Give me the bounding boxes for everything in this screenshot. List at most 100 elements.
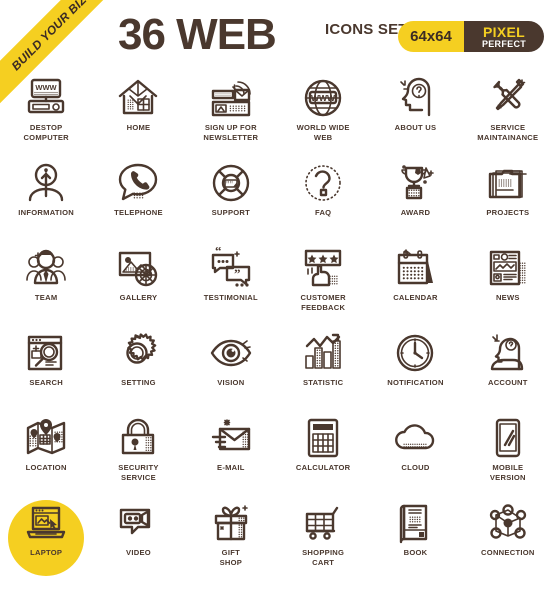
- desktop-computer-icon[interactable]: WWW: [23, 76, 69, 120]
- icon-label: CALENDAR: [393, 293, 438, 302]
- page-subtitle: ICONS SET: [325, 21, 408, 38]
- icon-cell-vision[interactable]: VISION: [185, 327, 277, 412]
- svg-text:“: “: [215, 247, 222, 258]
- icon-cell-email[interactable]: E-MAIL: [185, 412, 277, 497]
- icon-label: WORLD WIDE WEB: [296, 123, 350, 142]
- shopping-cart-icon[interactable]: [300, 501, 346, 545]
- icon-cell-information[interactable]: INFORMATION: [0, 157, 92, 242]
- icon-label: DESTOP COMPUTER: [23, 123, 69, 142]
- icon-cell-setting[interactable]: SETTING: [92, 327, 184, 412]
- icon-label: MOBILE VERSION: [489, 463, 526, 482]
- icon-cell-account[interactable]: ACCOUNT: [462, 327, 554, 412]
- email-icon[interactable]: [208, 416, 254, 460]
- testimonial-icon[interactable]: ” “: [208, 246, 254, 290]
- icon-cell-customer-feedback[interactable]: CUSTOMER FEEDBACK: [277, 242, 369, 327]
- icon-cell-projects[interactable]: PROJECTS: [462, 157, 554, 242]
- icon-cell-testimonial[interactable]: ” “ TESTIMONIAL: [185, 242, 277, 327]
- pixel-perfect-badge: 64x64 PIXEL PERFECT: [398, 21, 544, 52]
- world-wide-web-icon[interactable]: WWW: [300, 76, 346, 120]
- icon-cell-shopping-cart[interactable]: SHOPPING CART: [277, 497, 369, 582]
- icon-label: TEAM: [34, 293, 58, 302]
- award-icon[interactable]: [392, 161, 438, 205]
- projects-icon[interactable]: [485, 161, 531, 205]
- video-icon[interactable]: [115, 501, 161, 545]
- icon-cell-award[interactable]: AWARD: [369, 157, 461, 242]
- badge-perfect-label: PERFECT: [481, 38, 527, 49]
- calendar-icon[interactable]: [392, 246, 438, 290]
- icon-cell-mobile-version[interactable]: MOBILE VERSION: [462, 412, 554, 497]
- icon-cell-faq[interactable]: FAQ: [277, 157, 369, 242]
- icon-cell-video[interactable]: VIDEO: [92, 497, 184, 582]
- icon-cell-about-us[interactable]: ABOUT US: [369, 72, 461, 157]
- calculator-icon[interactable]: [300, 416, 346, 460]
- icon-cell-news[interactable]: NEWS: [462, 242, 554, 327]
- vision-icon[interactable]: [208, 331, 254, 375]
- icon-grid: WWW DESTOP COMPUTER HOME SIGN UP FOR NEW…: [0, 72, 554, 582]
- icon-label: LOCATION: [25, 463, 67, 472]
- laptop-icon[interactable]: [23, 501, 69, 545]
- icon-cell-home[interactable]: HOME: [92, 72, 184, 157]
- icon-cell-calendar[interactable]: CALENDAR: [369, 242, 461, 327]
- telephone-icon[interactable]: [115, 161, 161, 205]
- gallery-icon[interactable]: [115, 246, 161, 290]
- icon-label: NOTIFICATION: [387, 378, 444, 387]
- icon-cell-telephone[interactable]: TELEPHONE: [92, 157, 184, 242]
- icon-label: BOOK: [403, 548, 428, 557]
- service-maintenance-icon[interactable]: [485, 76, 531, 120]
- icon-cell-gallery[interactable]: GALLERY: [92, 242, 184, 327]
- icon-label: TELEPHONE: [114, 208, 163, 217]
- home-icon[interactable]: [115, 76, 161, 120]
- icon-cell-connection[interactable]: CONNECTION: [462, 497, 554, 582]
- support-icon[interactable]: [208, 161, 254, 205]
- icon-set-page: BUILD YOUR BIZ 36 WEB ICONS SET 64x64 PI…: [0, 0, 554, 600]
- icon-cell-team[interactable]: TEAM: [0, 242, 92, 327]
- statistic-icon[interactable]: [300, 331, 346, 375]
- connection-icon[interactable]: [485, 501, 531, 545]
- newsletter-signup-icon[interactable]: [208, 76, 254, 120]
- icon-label: SECURITY SERVICE: [118, 463, 159, 482]
- icon-label: CONNECTION: [481, 548, 535, 557]
- information-icon[interactable]: [23, 161, 69, 205]
- account-icon[interactable]: [485, 331, 531, 375]
- icon-cell-laptop[interactable]: LAPTOP: [0, 497, 92, 582]
- search-icon[interactable]: [23, 331, 69, 375]
- icon-label: ABOUT US: [394, 123, 437, 132]
- icon-label: VIDEO: [126, 548, 151, 557]
- icon-cell-newsletter-signup[interactable]: SIGN UP FOR NEWSLETTER: [185, 72, 277, 157]
- icon-cell-search[interactable]: SEARCH: [0, 327, 92, 412]
- icon-cell-calculator[interactable]: CALCULATOR: [277, 412, 369, 497]
- badge-pixel-perfect: PIXEL PERFECT: [464, 21, 544, 52]
- icon-cell-security-service[interactable]: SECURITY SERVICE: [92, 412, 184, 497]
- security-service-icon[interactable]: [115, 416, 161, 460]
- icon-label: SIGN UP FOR NEWSLETTER: [203, 123, 259, 142]
- icon-label: STATISTIC: [302, 378, 344, 387]
- gift-shop-icon[interactable]: [208, 501, 254, 545]
- icon-cell-notification[interactable]: NOTIFICATION: [369, 327, 461, 412]
- faq-icon[interactable]: [300, 161, 346, 205]
- icon-cell-service-maintenance[interactable]: SERVICE MAINTAINANCE: [462, 72, 554, 157]
- team-icon[interactable]: [23, 246, 69, 290]
- svg-text:WWW: WWW: [36, 83, 58, 92]
- icon-cell-world-wide-web[interactable]: WWW WORLD WIDE WEB: [277, 72, 369, 157]
- icon-label: GALLERY: [119, 293, 158, 302]
- news-icon[interactable]: [485, 246, 531, 290]
- icon-cell-statistic[interactable]: STATISTIC: [277, 327, 369, 412]
- notification-icon[interactable]: [392, 331, 438, 375]
- location-icon[interactable]: [23, 416, 69, 460]
- customer-feedback-icon[interactable]: [300, 246, 346, 290]
- badge-pixel-label: PIXEL: [483, 23, 525, 40]
- icon-cell-location[interactable]: LOCATION: [0, 412, 92, 497]
- cloud-icon[interactable]: [392, 416, 438, 460]
- mobile-version-icon[interactable]: [485, 416, 531, 460]
- icon-label: GIFT SHOP: [219, 548, 243, 567]
- icon-cell-book[interactable]: BOOK: [369, 497, 461, 582]
- icon-cell-gift-shop[interactable]: GIFT SHOP: [185, 497, 277, 582]
- setting-icon[interactable]: [115, 331, 161, 375]
- icon-cell-support[interactable]: SUPPORT: [185, 157, 277, 242]
- badge-size: 64x64: [398, 21, 464, 52]
- icon-cell-cloud[interactable]: CLOUD: [369, 412, 461, 497]
- page-title: 36 WEB: [118, 10, 277, 59]
- book-icon[interactable]: [392, 501, 438, 545]
- about-us-icon[interactable]: [392, 76, 438, 120]
- svg-text:”: ”: [234, 266, 241, 281]
